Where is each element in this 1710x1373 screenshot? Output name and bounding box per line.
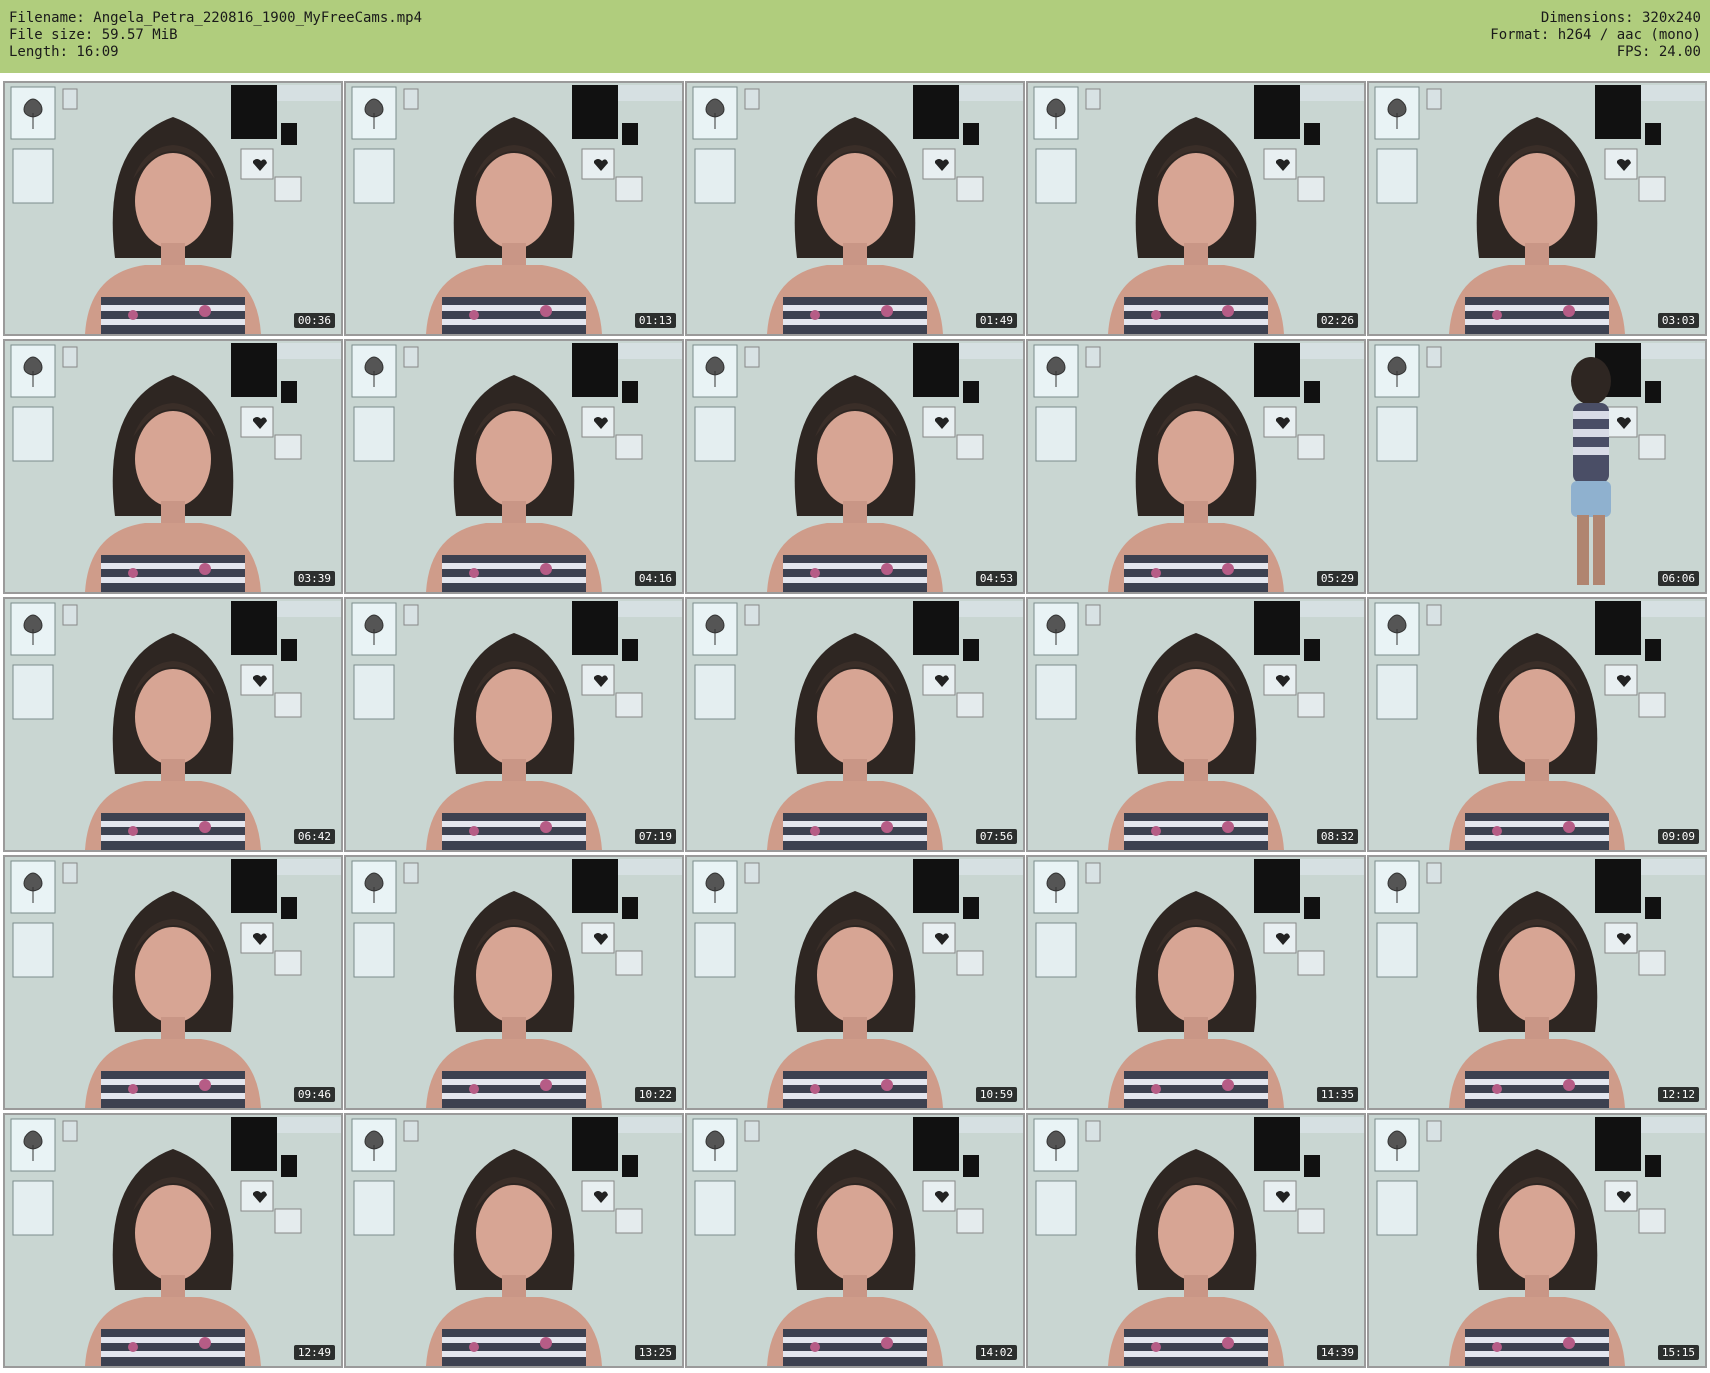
- video-thumbnail[interactable]: 09:09: [1367, 597, 1707, 852]
- video-thumbnail[interactable]: 07:56: [685, 597, 1025, 852]
- filename-label: Filename: Angela_Petra_220816_1900_MyFre…: [9, 10, 423, 26]
- timestamp-label: 10:59: [975, 1087, 1017, 1102]
- video-thumbnail[interactable]: 03:03: [1367, 81, 1707, 336]
- timestamp-label: 07:56: [975, 829, 1017, 844]
- video-thumbnail[interactable]: 12:12: [1367, 855, 1707, 1110]
- timestamp-label: 14:39: [1316, 1345, 1358, 1360]
- video-thumbnail[interactable]: 01:13: [344, 81, 684, 336]
- video-thumbnail[interactable]: 14:39: [1026, 1113, 1366, 1368]
- timestamp-label: 08:32: [1316, 829, 1358, 844]
- timestamp-label: 13:25: [634, 1345, 676, 1360]
- dimensions-label: Dimensions: 320x240: [1540, 10, 1701, 26]
- video-thumbnail[interactable]: 08:32: [1026, 597, 1366, 852]
- timestamp-label: 00:36: [293, 313, 335, 328]
- timestamp-label: 01:13: [634, 313, 676, 328]
- timestamp-label: 06:06: [1657, 571, 1699, 586]
- filesize-label: File size: 59.57 MiB: [9, 27, 178, 43]
- format-label: Format: h264 / aac (mono): [1490, 27, 1701, 43]
- video-thumbnail[interactable]: 12:49: [3, 1113, 343, 1368]
- video-thumbnail[interactable]: 02:26: [1026, 81, 1366, 336]
- timestamp-label: 07:19: [634, 829, 676, 844]
- timestamp-label: 02:26: [1316, 313, 1358, 328]
- timestamp-label: 05:29: [1316, 571, 1358, 586]
- video-thumbnail[interactable]: 00:36: [3, 81, 343, 336]
- timestamp-label: 12:49: [293, 1345, 335, 1360]
- timestamp-label: 04:53: [975, 571, 1017, 586]
- video-thumbnail[interactable]: 15:15: [1367, 1113, 1707, 1368]
- video-thumbnail[interactable]: 04:16: [344, 339, 684, 594]
- file-info-right: Dimensions: 320x240 Format: h264 / aac (…: [1490, 10, 1701, 61]
- video-thumbnail[interactable]: 01:49: [685, 81, 1025, 336]
- timestamp-label: 12:12: [1657, 1087, 1699, 1102]
- video-thumbnail[interactable]: 14:02: [685, 1113, 1025, 1368]
- video-thumbnail[interactable]: 03:39: [3, 339, 343, 594]
- video-thumbnail[interactable]: 10:22: [344, 855, 684, 1110]
- timestamp-label: 15:15: [1657, 1345, 1699, 1360]
- video-thumbnail[interactable]: 09:46: [3, 855, 343, 1110]
- video-thumbnail[interactable]: 06:06: [1367, 339, 1707, 594]
- timestamp-label: 14:02: [975, 1345, 1017, 1360]
- video-thumbnail[interactable]: 07:19: [344, 597, 684, 852]
- length-label: Length: 16:09: [9, 44, 119, 60]
- video-thumbnail[interactable]: 04:53: [685, 339, 1025, 594]
- timestamp-label: 04:16: [634, 571, 676, 586]
- timestamp-label: 09:46: [293, 1087, 335, 1102]
- timestamp-label: 10:22: [634, 1087, 676, 1102]
- timestamp-label: 03:39: [293, 571, 335, 586]
- timestamp-label: 01:49: [975, 313, 1017, 328]
- video-thumbnail[interactable]: 11:35: [1026, 855, 1366, 1110]
- info-header: Filename: Angela_Petra_220816_1900_MyFre…: [0, 0, 1710, 73]
- timestamp-label: 11:35: [1316, 1087, 1358, 1102]
- timestamp-label: 03:03: [1657, 313, 1699, 328]
- timestamp-label: 06:42: [293, 829, 335, 844]
- thumbnail-grid: 00:36 01:13 01:49 02:26 03:03 03:39 04:1…: [3, 81, 1707, 1370]
- video-thumbnail[interactable]: 05:29: [1026, 339, 1366, 594]
- video-thumbnail[interactable]: 13:25: [344, 1113, 684, 1368]
- video-thumbnail[interactable]: 06:42: [3, 597, 343, 852]
- file-info-left: Filename: Angela_Petra_220816_1900_MyFre…: [9, 10, 422, 61]
- fps-label: FPS: 24.00: [1616, 44, 1701, 60]
- timestamp-label: 09:09: [1657, 829, 1699, 844]
- video-thumbnail[interactable]: 10:59: [685, 855, 1025, 1110]
